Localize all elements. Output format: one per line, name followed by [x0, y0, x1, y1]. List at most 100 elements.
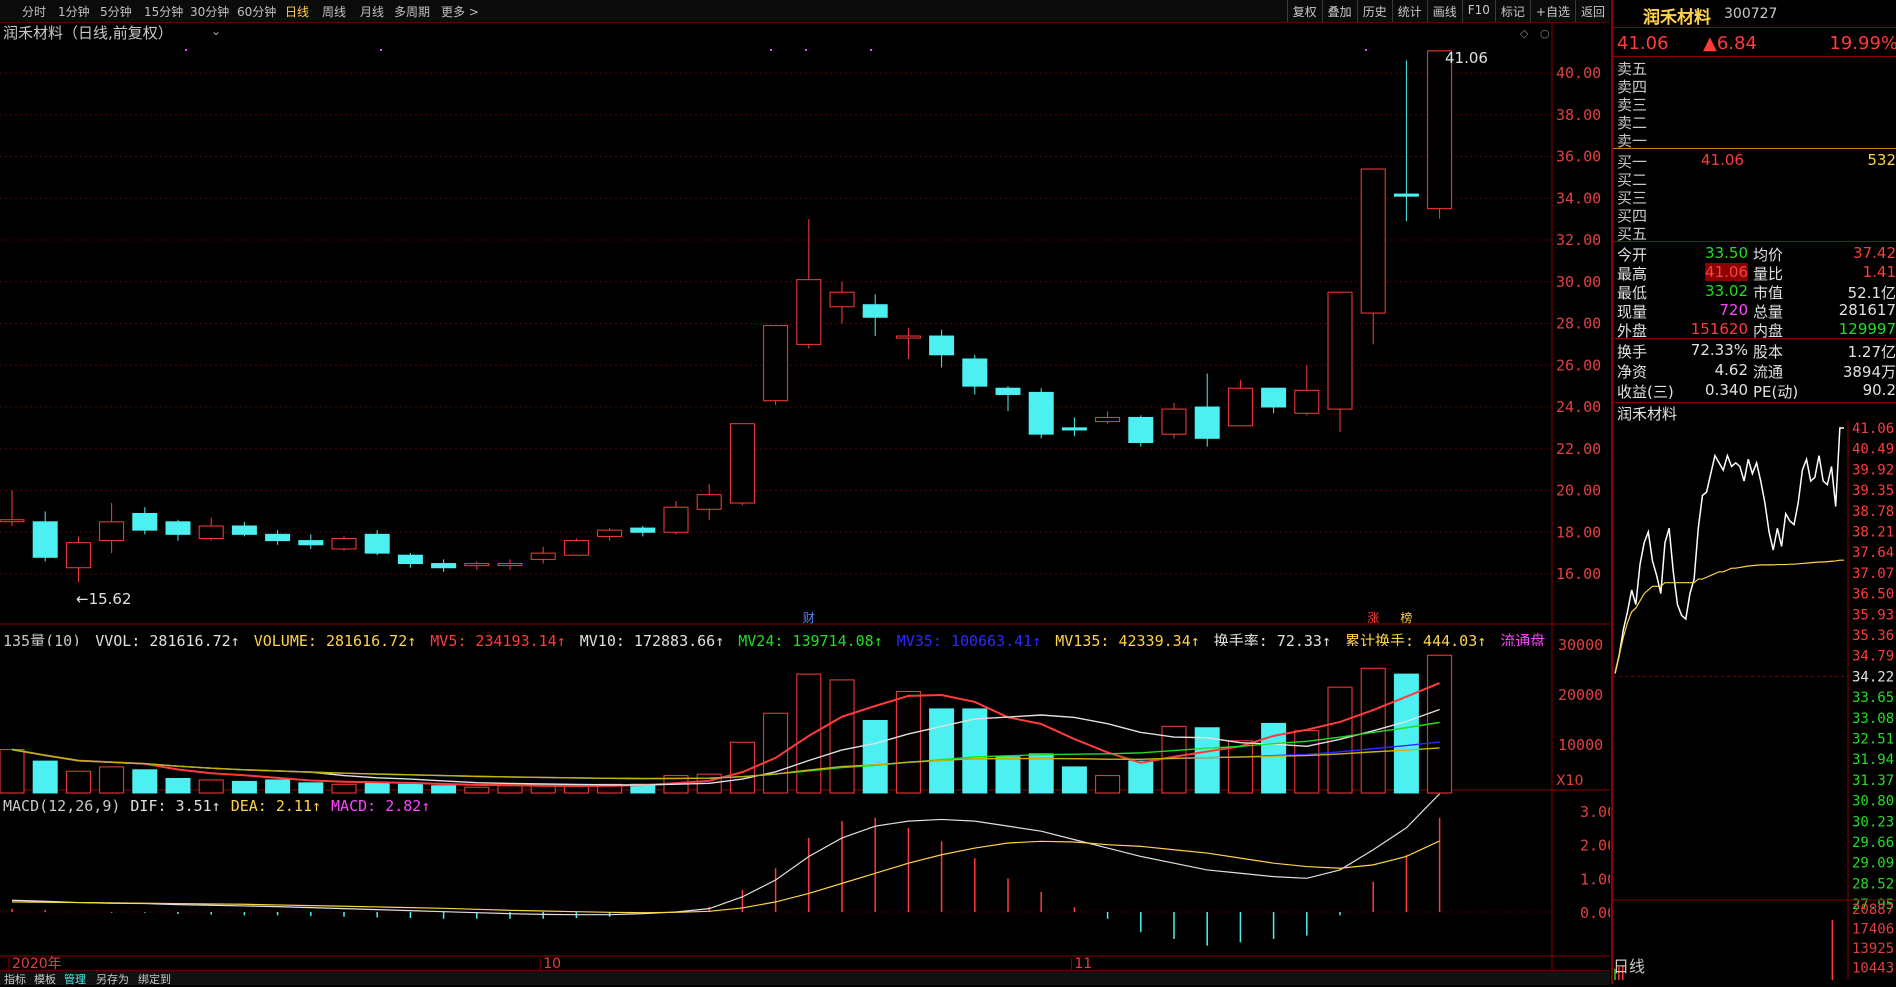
volume-indicator-header: 135量(10) VVOL: 281616.72↑ VOLUME: 281616.7…: [3, 630, 1548, 646]
volume-bar: [198, 779, 224, 794]
candle-body: [165, 521, 191, 535]
intraday-mini-chart[interactable]: 41.06 40.49 39.92 39.35 38.78 38.21 37.64 37.07…: [1613, 420, 1896, 980]
toolbar-button[interactable]: 统计: [1391, 0, 1427, 22]
toolbar-button[interactable]: 返回: [1574, 0, 1610, 22]
timeframe-tab[interactable]: 30分钟: [190, 3, 229, 20]
settings-icon[interactable]: ◇: [1520, 27, 1528, 40]
candle: [862, 294, 888, 337]
buy-level-price: 41.06: [1701, 151, 1744, 169]
candle-body: [1028, 391, 1054, 435]
timeframe-tab[interactable]: 月线: [360, 3, 384, 20]
toolbar-button[interactable]: F10: [1461, 0, 1495, 22]
x-axis-label: 11: [1074, 956, 1092, 970]
kline-chart[interactable]: 40.00 38.00 36.00 34.00 32.00 30.00 28.00 26.00…: [0, 22, 1610, 970]
stat-label: 外盘: [1617, 322, 1648, 340]
price-axis-label: 16.00: [1556, 565, 1601, 583]
mini-price-axis-label: 34.22: [1852, 669, 1894, 685]
price-axis-label: 36.00: [1556, 148, 1601, 166]
toolbar-button[interactable]: 复权: [1286, 0, 1322, 22]
stock-name: 润禾材料: [1643, 8, 1711, 28]
mini-price-axis-label: 30.23: [1852, 814, 1894, 830]
quote-panel: 润禾材料 300727 41.06 ▲6.84 19.99% 润禾材料 41.0…: [1611, 0, 1896, 984]
candle: [962, 354, 988, 395]
price-change-pct: 19.99%: [1829, 33, 1896, 54]
volume-bar: [862, 720, 888, 794]
candle: [497, 559, 523, 570]
timeframe-tab[interactable]: 15分钟: [144, 3, 183, 20]
timeframe-tab[interactable]: 日线: [285, 3, 309, 20]
candle: [796, 219, 822, 349]
candle: [597, 528, 623, 541]
price-axis-label: 40.00: [1556, 64, 1601, 82]
candle-body: [431, 563, 457, 569]
candle-body: [132, 512, 158, 531]
mini-price-axis-label: 34.79: [1852, 649, 1894, 665]
toolbar-button[interactable]: 叠加: [1321, 0, 1357, 22]
candle: [763, 325, 789, 405]
sell-level: 卖四: [1613, 76, 1896, 96]
sell-level: 卖五: [1613, 58, 1896, 78]
mini-price-axis-label: 38.21: [1852, 525, 1894, 541]
mini-price-axis-label: 33.08: [1852, 711, 1894, 727]
buy-level: 买二: [1613, 169, 1896, 189]
macd-indicator-value: MACD(12,26,9): [3, 797, 121, 815]
candle-body: [862, 304, 888, 318]
timeframe-tab[interactable]: 多周期: [394, 3, 430, 20]
toolbar-button[interactable]: +自选: [1529, 0, 1575, 22]
status-bar: 指标 模板 管理 另存为 绑定到: [0, 970, 1610, 987]
candle-body: [1161, 408, 1187, 435]
volume-bar: [1327, 686, 1353, 794]
candle-body: [1194, 406, 1220, 439]
timeframe-tab[interactable]: 更多 >: [441, 3, 479, 20]
candle: [1227, 379, 1253, 427]
stat-value: 281617: [1838, 301, 1896, 319]
candle: [132, 507, 158, 535]
status-tab[interactable]: 模板: [34, 971, 56, 987]
status-tab[interactable]: 指标: [4, 971, 26, 987]
candle: [431, 559, 457, 572]
timeframe-tab[interactable]: 周线: [322, 3, 346, 20]
candle-body: [1393, 193, 1419, 197]
buy-level-label: 买五: [1617, 225, 1648, 243]
sell-level: 卖三: [1613, 94, 1896, 114]
close-icon[interactable]: ○: [1540, 27, 1550, 40]
macd-axis-label: 2.00: [1580, 837, 1610, 855]
candle: [1194, 373, 1220, 447]
status-tab[interactable]: 另存为: [96, 971, 129, 987]
volume-indicator-value: VOLUME: 281616.72↑: [253, 632, 417, 646]
price-axis-label: 34.00: [1556, 189, 1601, 207]
volume-axis-label: 10000: [1558, 736, 1603, 754]
toolbar-button[interactable]: 标记: [1494, 0, 1530, 22]
stat-value: 52.1亿: [1847, 284, 1896, 302]
toolbar: 分时 1分钟 5分钟 15分钟 30分钟 60分钟 日线 周线 月线 多周期 更多 > 复权 叠加 历史…: [0, 0, 1610, 23]
timeframe-tab[interactable]: 分时: [22, 3, 46, 20]
candle-body: [1360, 168, 1386, 314]
volume-bar: [431, 785, 457, 794]
candle: [1294, 365, 1320, 416]
candle: [331, 536, 357, 552]
status-tab[interactable]: 管理: [64, 971, 86, 987]
candle-body: [1061, 427, 1087, 431]
high-marker: 41.06: [1445, 49, 1488, 67]
price-change: ▲6.84: [1703, 33, 1757, 54]
price-axis-label: 26.00: [1556, 356, 1601, 374]
volume-bar: [265, 779, 291, 794]
timeframe-tab[interactable]: 1分钟: [58, 3, 90, 20]
candle: [1261, 387, 1287, 414]
event-mark: [770, 49, 772, 51]
candle: [464, 561, 490, 570]
chevron-down-icon[interactable]: ⌄: [211, 24, 221, 38]
buy-level: 买三: [1613, 187, 1896, 207]
candle-body: [99, 521, 125, 542]
volume-unit-label: X10: [1556, 773, 1583, 789]
stat-value: 151620: [1690, 320, 1748, 338]
candle: [1095, 411, 1121, 424]
status-tab[interactable]: 绑定到: [138, 971, 171, 987]
timeframe-tab[interactable]: 60分钟: [237, 3, 276, 20]
toolbar-button[interactable]: 历史: [1356, 0, 1392, 22]
dea-line: [11, 840, 1440, 914]
toolbar-button[interactable]: 画线: [1426, 0, 1462, 22]
stat-value: 90.2: [1862, 381, 1896, 399]
candle-body: [32, 521, 58, 558]
timeframe-tab[interactable]: 5分钟: [100, 3, 132, 20]
